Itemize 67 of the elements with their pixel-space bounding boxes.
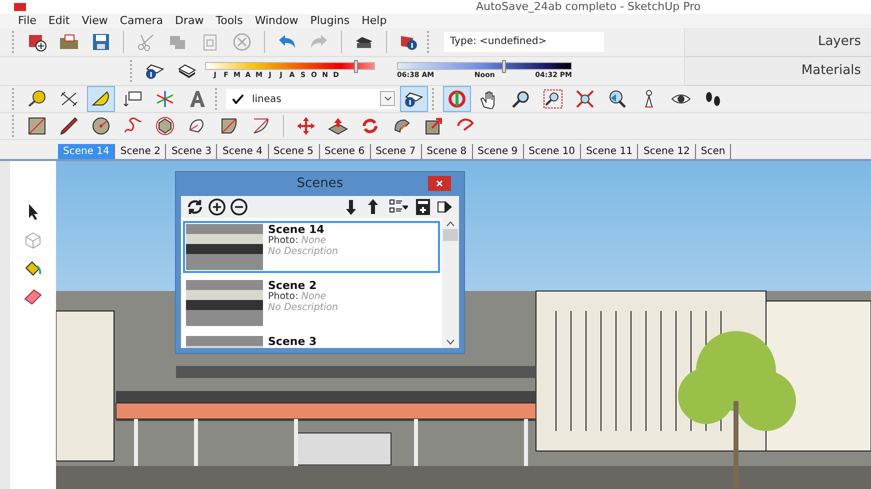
shadow-info-button[interactable] [400,86,428,112]
letter-a-icon [187,89,207,110]
time-slider[interactable] [397,62,572,70]
protractor-button[interactable] [87,86,115,112]
scene-name: Scene 3 [268,336,317,347]
scroll-up-icon [446,220,455,227]
scrollbar[interactable] [442,218,459,348]
layer-name: lineas [252,94,282,105]
push-pull-icon [328,116,348,136]
scissors-icon [136,32,156,52]
scene-list-item[interactable]: Scene 2 Photo: None No Description [183,276,440,329]
menu-item[interactable]: Camera [114,14,170,28]
add-circle-button[interactable] [207,196,227,217]
scene-description: No Description [268,246,338,257]
remove-circle-button[interactable] [229,196,249,217]
scene-list-item[interactable]: Scene 3 [183,332,440,348]
menu-item[interactable]: Plugins [304,14,356,28]
menu-item[interactable]: Tools [210,14,249,28]
window-title: AutoSave_24ab completo - SketchUp Pro [476,0,701,14]
scene-name: Scene 14 [268,224,326,235]
app-icon [14,3,26,11]
menu-item[interactable]: View [76,14,114,28]
dialog-title: Scenes [296,176,344,192]
zoom-extents-icon [575,89,595,110]
magnifier-icon [511,89,531,110]
scene-description: No Description [268,302,338,313]
scroll-down-icon [446,338,455,345]
rectangle-icon [27,116,47,136]
remove-circle-icon [229,196,249,217]
details-panel-icon [413,196,433,217]
scene-photo: Photo: None [268,234,328,246]
orbit-button[interactable] [443,86,471,112]
menu-item[interactable]: Draw [169,14,210,28]
orbit-icon [447,89,467,110]
tray-section-header[interactable]: Layers [685,28,871,57]
scroll-thumb[interactable] [443,228,458,241]
previous-view-icon [607,89,627,110]
move-arrows-icon [296,116,316,136]
axes-icon [155,89,175,110]
pencil-icon [59,116,79,136]
menu-item[interactable]: Help [356,14,393,28]
menu-item[interactable]: Window [248,14,304,28]
scene-photo: Photo: None [268,290,328,302]
menu-item[interactable]: Edit [42,14,76,28]
scene-name: Scene 2 [268,280,318,291]
pie-icon [219,116,239,136]
close-icon [436,180,443,187]
scale-icon [424,116,444,136]
close-button[interactable] [428,176,451,191]
menu-item[interactable]: File [12,14,42,28]
component-icon [23,230,43,250]
three-point-arc-icon [251,116,271,136]
slider-thumb[interactable] [502,60,506,74]
layer-dropdown[interactable]: lineas [226,89,396,110]
details-panel-button[interactable] [413,196,433,217]
folder-icon [59,32,79,52]
date-slider[interactable] [205,62,375,70]
zoom-window-icon [543,89,563,110]
circle-icon [91,116,111,136]
scene-list-item[interactable]: Scene 14 Photo: None No Description [183,220,440,273]
add-circle-icon [207,196,227,217]
tray-section-header[interactable]: Materials [685,56,871,86]
cancel-icon [232,32,252,52]
tape-measure-icon [27,89,47,110]
polygon-icon [155,116,175,136]
slider-thumb[interactable] [354,60,358,74]
measurements-box[interactable]: Type: <undefined> [444,32,604,52]
